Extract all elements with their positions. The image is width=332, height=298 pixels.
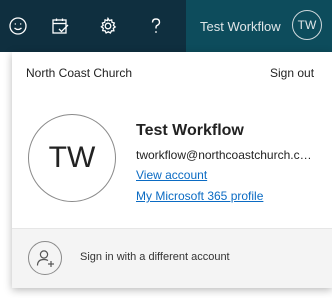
add-person-icon bbox=[36, 250, 54, 267]
smile-icon bbox=[9, 17, 27, 35]
microsoft-365-profile-link[interactable]: My Microsoft 365 profile bbox=[136, 189, 263, 203]
feedback-button[interactable] bbox=[0, 0, 36, 52]
top-bar: Test Workflow TW bbox=[0, 0, 332, 52]
account-panel: North Coast Church Sign out TW Test Work… bbox=[12, 52, 332, 288]
profile-avatar-initials: TW bbox=[48, 141, 96, 174]
sign-in-different-account-label: Sign in with a different account bbox=[80, 251, 230, 263]
calendar-check-icon bbox=[52, 18, 69, 34]
profile-avatar: TW bbox=[28, 114, 116, 202]
add-account-avatar bbox=[28, 241, 62, 275]
profile-full-name: Test Workflow bbox=[136, 122, 244, 139]
account-manager-button[interactable]: Test Workflow TW bbox=[186, 0, 332, 52]
account-name: Test Workflow bbox=[200, 18, 281, 34]
sign-in-different-account-button[interactable]: Sign in with a different account bbox=[12, 228, 332, 288]
profile-email: tworkflow@northcoastchurch.com bbox=[136, 148, 316, 162]
sign-out-link[interactable]: Sign out bbox=[270, 66, 314, 80]
organization-name: North Coast Church bbox=[26, 66, 133, 80]
avatar: TW bbox=[292, 10, 322, 40]
avatar-initials: TW bbox=[297, 18, 317, 32]
help-button[interactable] bbox=[132, 0, 180, 52]
help-icon bbox=[151, 18, 161, 33]
settings-button[interactable] bbox=[84, 0, 132, 52]
calendar-button[interactable] bbox=[36, 0, 84, 52]
gear-icon bbox=[100, 16, 117, 34]
view-account-link[interactable]: View account bbox=[136, 168, 207, 182]
